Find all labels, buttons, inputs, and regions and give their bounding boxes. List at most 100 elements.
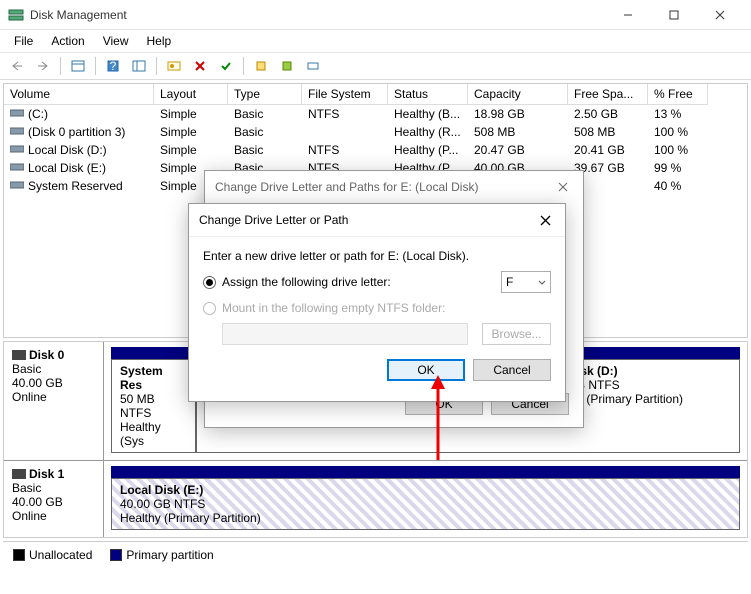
drive-letter-select[interactable]: F bbox=[501, 271, 551, 293]
action2-icon[interactable] bbox=[276, 55, 298, 77]
back-button[interactable] bbox=[6, 55, 28, 77]
action1-icon[interactable] bbox=[250, 55, 272, 77]
volume-capacity: 508 MB bbox=[468, 123, 568, 141]
volume-status: Healthy (P... bbox=[388, 141, 468, 159]
change-letter-dialog: Change Drive Letter or Path Enter a new … bbox=[188, 203, 566, 402]
volume-row[interactable]: (C:)SimpleBasicNTFSHealthy (B...18.98 GB… bbox=[4, 105, 747, 123]
menu-action[interactable]: Action bbox=[43, 32, 92, 50]
volume-free: 2.50 GB bbox=[568, 105, 648, 123]
volume-fs: NTFS bbox=[302, 141, 388, 159]
volume-layout: Simple bbox=[154, 105, 228, 123]
action3-icon[interactable] bbox=[302, 55, 324, 77]
disk-state: Online bbox=[12, 509, 47, 523]
volume-free: 508 MB bbox=[568, 123, 648, 141]
volume-name: (Disk 0 partition 3) bbox=[28, 125, 125, 139]
volume-row[interactable]: (Disk 0 partition 3) SimpleBasic Healthy (… bbox=[4, 123, 747, 141]
check-icon[interactable] bbox=[215, 55, 237, 77]
dialog2-close-icon[interactable] bbox=[535, 210, 555, 230]
col-free[interactable]: Free Spa... bbox=[568, 84, 648, 105]
drive-letter-value: F bbox=[506, 275, 513, 289]
volume-name: System Reserved bbox=[28, 179, 123, 193]
label-mount-folder: Mount in the following empty NTFS folder… bbox=[222, 301, 445, 315]
radio-mount-folder[interactable] bbox=[203, 302, 216, 315]
maximize-button[interactable] bbox=[651, 0, 697, 30]
volume-capacity: 18.98 GB bbox=[468, 105, 568, 123]
close-button[interactable] bbox=[697, 0, 743, 30]
disk-row-1: Disk 1 Basic 40.00 GB Online Local Disk … bbox=[4, 461, 747, 537]
volume-capacity: 20.47 GB bbox=[468, 141, 568, 159]
volume-pct: 99 % bbox=[648, 159, 708, 177]
menu-view[interactable]: View bbox=[95, 32, 137, 50]
volume-pct: 13 % bbox=[648, 105, 708, 123]
legend-unallocated: Unallocated bbox=[13, 548, 92, 562]
volume-fs bbox=[302, 123, 388, 141]
disk-0-label[interactable]: Disk 0 Basic 40.00 GB Online bbox=[4, 342, 104, 460]
legend: Unallocated Primary partition bbox=[3, 541, 748, 568]
title-bar: Disk Management bbox=[0, 0, 751, 30]
mount-path-input bbox=[222, 323, 468, 345]
volume-pct: 100 % bbox=[648, 123, 708, 141]
volume-pct: 40 % bbox=[648, 177, 708, 195]
volume-name: Local Disk (E:) bbox=[28, 161, 106, 175]
volume-icon bbox=[10, 125, 24, 139]
window-controls bbox=[605, 0, 743, 30]
menu-help[interactable]: Help bbox=[139, 32, 180, 50]
forward-button[interactable] bbox=[32, 55, 54, 77]
col-layout[interactable]: Layout bbox=[154, 84, 228, 105]
disk-type: Basic bbox=[12, 362, 41, 376]
disk-size: 40.00 GB bbox=[12, 376, 63, 390]
svg-text:?: ? bbox=[110, 59, 117, 73]
menu-file[interactable]: File bbox=[6, 32, 41, 50]
volume-pct: 100 % bbox=[648, 141, 708, 159]
volume-free: 20.41 GB bbox=[568, 141, 648, 159]
disk-1-bar bbox=[111, 466, 740, 478]
volume-layout: Simple bbox=[154, 141, 228, 159]
label-assign-letter: Assign the following drive letter: bbox=[222, 275, 391, 289]
col-pct[interactable]: % Free bbox=[648, 84, 708, 105]
disk-name: Disk 0 bbox=[29, 348, 64, 362]
dialog2-ok-button[interactable]: OK bbox=[387, 359, 465, 381]
volume-icon bbox=[10, 161, 24, 175]
volume-layout: Simple bbox=[154, 123, 228, 141]
col-capacity[interactable]: Capacity bbox=[468, 84, 568, 105]
window-title: Disk Management bbox=[30, 8, 605, 22]
dialog1-title: Change Drive Letter and Paths for E: (Lo… bbox=[215, 180, 553, 194]
minimize-button[interactable] bbox=[605, 0, 651, 30]
disk-1-label[interactable]: Disk 1 Basic 40.00 GB Online bbox=[4, 461, 104, 537]
dialog2-cancel-button[interactable]: Cancel bbox=[473, 359, 551, 381]
view-list-icon[interactable] bbox=[67, 55, 89, 77]
chevron-down-icon bbox=[538, 275, 546, 289]
volume-status: Healthy (R... bbox=[388, 123, 468, 141]
delete-icon[interactable] bbox=[189, 55, 211, 77]
dialog2-prompt: Enter a new drive letter or path for E: … bbox=[203, 249, 551, 263]
dialog1-close-icon[interactable] bbox=[553, 177, 573, 197]
col-fs[interactable]: File System bbox=[302, 84, 388, 105]
partition-system-reserved[interactable]: System Res 50 MB NTFS Healthy (Sys bbox=[111, 359, 196, 453]
volume-row[interactable]: Local Disk (D:) SimpleBasicNTFSHealthy (P… bbox=[4, 141, 747, 159]
radio-assign-letter[interactable] bbox=[203, 276, 216, 289]
toolbar: ? bbox=[0, 52, 751, 80]
dialog2-title: Change Drive Letter or Path bbox=[199, 213, 535, 227]
legend-primary: Primary partition bbox=[110, 548, 213, 562]
col-volume[interactable]: Volume bbox=[4, 84, 154, 105]
settings-icon[interactable] bbox=[163, 55, 185, 77]
volume-icon bbox=[10, 179, 24, 193]
disk-state: Online bbox=[12, 390, 47, 404]
col-status[interactable]: Status bbox=[388, 84, 468, 105]
refresh-icon[interactable] bbox=[128, 55, 150, 77]
disk-name: Disk 1 bbox=[29, 467, 64, 481]
volume-icon bbox=[10, 107, 24, 121]
volume-status: Healthy (B... bbox=[388, 105, 468, 123]
col-type[interactable]: Type bbox=[228, 84, 302, 105]
volume-name: Local Disk (D:) bbox=[28, 143, 107, 157]
app-icon bbox=[8, 7, 24, 23]
partition-e[interactable]: Local Disk (E:) 40.00 GB NTFS Healthy (P… bbox=[111, 478, 740, 530]
volume-type: Basic bbox=[228, 141, 302, 159]
disk-type: Basic bbox=[12, 481, 41, 495]
volume-list-header: Volume Layout Type File System Status Ca… bbox=[4, 84, 747, 105]
help-icon[interactable]: ? bbox=[102, 55, 124, 77]
volume-icon bbox=[10, 143, 24, 157]
volume-type: Basic bbox=[228, 123, 302, 141]
menu-bar: File Action View Help bbox=[0, 30, 751, 52]
volume-type: Basic bbox=[228, 105, 302, 123]
